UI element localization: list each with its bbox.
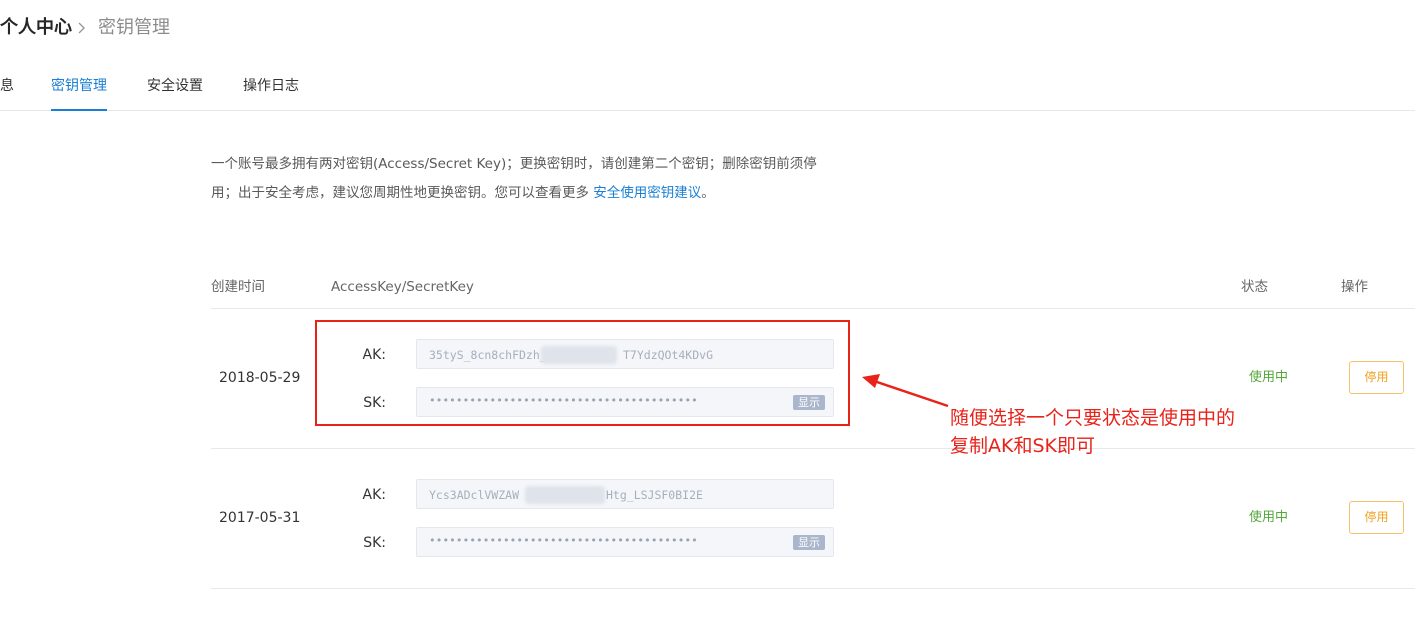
header-keys: AccessKey/SecretKey [331, 279, 474, 295]
annotation-arrow-icon [862, 374, 949, 408]
row1-created-date: 2018-05-29 [219, 370, 301, 386]
tab-operation-log[interactable]: 操作日志 [243, 76, 299, 96]
row2-show-sk-button[interactable]: 显示 [793, 535, 825, 550]
row2-sk-masked-value: •••••••••••••••••••••••••••••••••••••••• [429, 534, 698, 547]
notice-line1: 一个账号最多拥有两对密钥(Access/Secret Key)；更换密钥时，请创… [211, 156, 817, 172]
row2-sk-field[interactable]: ••••••••••••••••••••••••••••••••••••••••… [416, 527, 834, 557]
header-action: 操作 [1341, 279, 1368, 295]
annotation-highlight-box [315, 320, 850, 426]
row2-disable-button[interactable]: 停用 [1349, 501, 1404, 534]
row2-created-date: 2017-05-31 [219, 510, 301, 526]
header-status: 状态 [1241, 279, 1268, 295]
row2-ak-redaction [525, 486, 605, 504]
security-advice-link[interactable]: 安全使用密钥建议 [593, 185, 701, 201]
notice-line2-suffix: 。 [701, 185, 715, 201]
tabs-divider [0, 110, 1415, 111]
row2-sk-label: SK: [363, 535, 386, 551]
row2-ak-suffix: Htg_LSJSF0BI2E [606, 488, 703, 502]
tab-info[interactable]: 息 [0, 76, 14, 96]
row2-divider [211, 588, 1415, 589]
row1-disable-button[interactable]: 停用 [1349, 361, 1404, 394]
tab-security-settings[interactable]: 安全设置 [147, 76, 203, 96]
breadcrumb-page: 密钥管理 [98, 17, 170, 38]
breadcrumb-current[interactable]: 个人中心 [0, 15, 72, 41]
row2-ak-label: AK: [362, 487, 386, 503]
row2-status: 使用中 [1249, 510, 1289, 525]
tab-key-management[interactable]: 密钥管理 [51, 76, 107, 96]
active-tab-indicator [51, 109, 107, 111]
chevron-right-icon [78, 22, 85, 34]
annotation-line2: 复制AK和SK即可 [950, 435, 1095, 457]
row1-status: 使用中 [1249, 370, 1289, 385]
annotation-text: 随便选择一个只要状态是使用中的 复制AK和SK即可 [950, 404, 1235, 460]
header-divider [211, 308, 1415, 309]
key-notice: 一个账号最多拥有两对密钥(Access/Secret Key)；更换密钥时，请创… [211, 150, 851, 208]
annotation-line1: 随便选择一个只要状态是使用中的 [950, 407, 1236, 429]
row2-ak-prefix: Ycs3ADclVWZAW [429, 488, 520, 502]
header-created-time: 创建时间 [211, 279, 265, 295]
notice-line2-prefix: 用；出于安全考虑，建议您周期性地更换密钥。您可以查看更多 [211, 185, 594, 201]
row2-ak-field[interactable]: Ycs3ADclVWZAW Htg_LSJSF0BI2E [416, 479, 834, 509]
